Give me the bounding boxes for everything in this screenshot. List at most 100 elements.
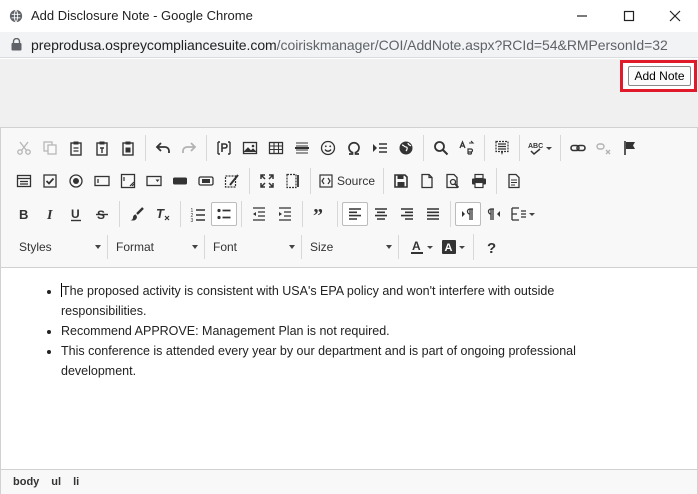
align-left-button[interactable]	[342, 202, 368, 226]
button-field-button[interactable]	[167, 169, 193, 193]
chevron-down-icon	[95, 245, 101, 249]
minimize-icon	[577, 15, 587, 17]
select-field-button[interactable]	[141, 169, 167, 193]
insert-group	[211, 135, 424, 161]
new-page-button[interactable]	[414, 169, 440, 193]
link-button[interactable]	[565, 136, 591, 160]
anchor-button[interactable]	[617, 136, 643, 160]
maximize-icon	[623, 10, 635, 22]
templates-button[interactable]	[501, 169, 527, 193]
find-button[interactable]	[428, 136, 454, 160]
window-titlebar: Add Disclosure Note - Google Chrome	[0, 0, 698, 32]
print-button[interactable]	[466, 169, 492, 193]
text-field-button[interactable]	[89, 169, 115, 193]
iframe-button[interactable]	[393, 136, 419, 160]
language-button[interactable]	[507, 202, 539, 226]
justify-button[interactable]	[420, 202, 446, 226]
toolbar-row-2: Source	[11, 168, 535, 194]
block-group: ”	[307, 201, 338, 227]
rtl-button[interactable]	[481, 202, 507, 226]
omega-icon	[348, 141, 360, 155]
hidden-field-button[interactable]	[219, 169, 245, 193]
form-button[interactable]	[11, 169, 37, 193]
bulleted-list-button[interactable]	[211, 202, 237, 226]
background-color-button[interactable]: A	[437, 235, 469, 259]
redo-icon	[182, 142, 197, 153]
smiley-button[interactable]	[315, 136, 341, 160]
source-button[interactable]: Source	[315, 169, 379, 193]
globe-icon	[9, 9, 23, 23]
chevron-down-icon	[459, 245, 465, 249]
font-combo[interactable]: Font	[205, 235, 302, 259]
page-break-button[interactable]	[367, 136, 393, 160]
element-path-bar: body ul li	[1, 469, 697, 494]
source-label: Source	[337, 174, 376, 188]
textarea-button[interactable]	[115, 169, 141, 193]
maximize-editor-button[interactable]	[254, 169, 280, 193]
editor-content[interactable]: The proposed activity is consistent with…	[1, 269, 697, 469]
unlink-button[interactable]	[591, 136, 617, 160]
styles-combo[interactable]: Styles	[11, 235, 108, 259]
bullet-text-2: Recommend APPROVE: Management Plan is no…	[61, 324, 390, 338]
italic-button[interactable]: I	[37, 202, 63, 226]
close-button[interactable]	[652, 0, 698, 32]
remove-format-button[interactable]: T	[150, 202, 176, 226]
indent-button[interactable]	[272, 202, 298, 226]
redo-button[interactable]	[176, 136, 202, 160]
show-blocks-button[interactable]	[280, 169, 306, 193]
special-char-button[interactable]	[341, 136, 367, 160]
radio-button-tool[interactable]	[63, 169, 89, 193]
paintbrush-icon	[130, 207, 144, 221]
ltr-button[interactable]	[455, 202, 481, 226]
spellcheck-button[interactable]: ABC	[524, 136, 556, 160]
url-host: preprodusa.ospreycompliancesuite.com	[31, 37, 277, 53]
preview-button[interactable]	[440, 169, 466, 193]
select-all-button[interactable]	[489, 136, 515, 160]
path-ul[interactable]: ul	[51, 476, 61, 488]
format-combo[interactable]: Format	[108, 235, 205, 259]
size-combo[interactable]: Size	[302, 235, 399, 259]
bold-button[interactable]: B	[11, 202, 37, 226]
svg-text:”: ”	[313, 206, 323, 222]
add-note-button[interactable]: Add Note	[628, 66, 691, 86]
font-combo-label: Font	[213, 240, 238, 254]
underline-button[interactable]: U	[63, 202, 89, 226]
flag-icon	[624, 141, 635, 155]
path-body[interactable]: body	[13, 476, 39, 488]
format-combo-label: Format	[116, 240, 155, 254]
help-button[interactable]: ?	[478, 235, 504, 259]
checkbox-button[interactable]	[37, 169, 63, 193]
align-center-button[interactable]	[368, 202, 394, 226]
path-li[interactable]: li	[73, 476, 79, 488]
minimize-button[interactable]	[559, 0, 605, 32]
styles-combo-label: Styles	[19, 240, 52, 254]
paste-icon	[70, 141, 82, 156]
undo-button[interactable]	[150, 136, 176, 160]
copy-button[interactable]	[37, 136, 63, 160]
text-field-icon	[94, 175, 110, 187]
placeholder-button[interactable]	[211, 136, 237, 160]
text-color-button[interactable]: A	[405, 235, 437, 259]
image-button[interactable]	[237, 136, 263, 160]
blockquote-button[interactable]: ”	[307, 202, 333, 226]
table-button[interactable]	[263, 136, 289, 160]
outdent-button[interactable]	[246, 202, 272, 226]
lock-icon	[11, 38, 22, 51]
address-bar[interactable]: preprodusa.ospreycompliancesuite.com/coi…	[0, 32, 698, 58]
image-button-field[interactable]	[193, 169, 219, 193]
numbered-list-button[interactable]: 123	[185, 202, 211, 226]
paste-button[interactable]	[63, 136, 89, 160]
paste-word-button[interactable]	[115, 136, 141, 160]
paste-text-button[interactable]	[89, 136, 115, 160]
cut-button[interactable]	[11, 136, 37, 160]
globe-icon	[399, 141, 413, 155]
maximize-button[interactable]	[606, 0, 652, 32]
replace-button[interactable]	[454, 136, 480, 160]
align-right-button[interactable]	[394, 202, 420, 226]
strikethrough-button[interactable]: S	[89, 202, 115, 226]
horizontal-rule-button[interactable]	[289, 136, 315, 160]
svg-text:I: I	[46, 208, 53, 222]
page-break-icon	[373, 143, 387, 153]
save-button[interactable]	[388, 169, 414, 193]
copy-formatting-button[interactable]	[124, 202, 150, 226]
